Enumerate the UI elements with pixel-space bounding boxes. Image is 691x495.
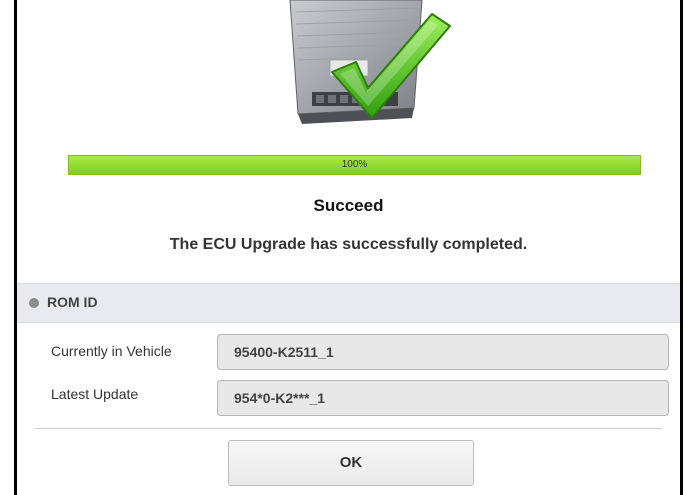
bullet-dot-icon	[29, 298, 39, 308]
latest-rom-field: 954*0-K2***_1	[217, 380, 669, 416]
ok-button[interactable]: OK	[228, 440, 474, 486]
progress-label: 100%	[341, 159, 368, 170]
divider	[35, 428, 662, 429]
current-rom-label: Currently in Vehicle	[51, 343, 172, 359]
rom-id-section-header: ROM ID	[17, 283, 680, 323]
upgrade-progress-bar: 100%	[68, 155, 641, 175]
current-rom-field: 95400-K2511_1	[217, 334, 669, 370]
status-message: The ECU Upgrade has successfully complet…	[169, 236, 528, 253]
ecu-module-with-checkmark-icon	[289, 0, 451, 124]
status-title: Succeed	[313, 196, 384, 215]
ecu-upgrade-dialog: 100% Succeed The ECU Upgrade has success…	[14, 0, 683, 495]
section-title: ROM ID	[47, 294, 98, 310]
latest-rom-label: Latest Update	[51, 386, 139, 402]
